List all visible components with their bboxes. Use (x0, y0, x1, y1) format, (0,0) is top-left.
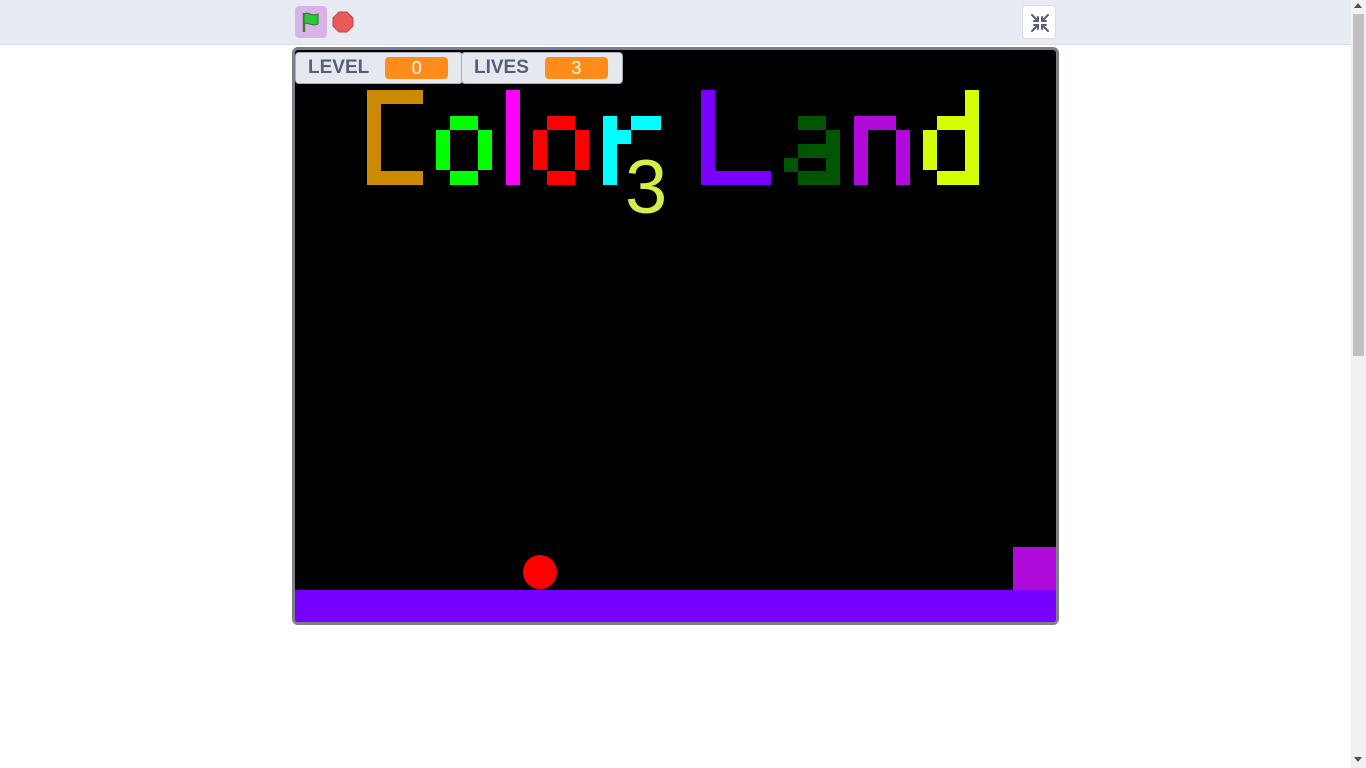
title-letter-d (923, 90, 979, 185)
stop-sign-icon (332, 11, 354, 33)
stop-button[interactable] (332, 11, 354, 33)
scroll-up-arrow-icon[interactable] (1354, 3, 1362, 8)
lives-monitor[interactable]: LIVES 3 (461, 52, 623, 84)
exit-fullscreen-icon (1031, 14, 1049, 32)
level-monitor[interactable]: LEVEL 0 (295, 52, 463, 84)
goal-block (1013, 547, 1056, 590)
scroll-down-arrow-icon[interactable] (1354, 757, 1362, 762)
lives-label: LIVES (474, 57, 529, 78)
green-flag-button[interactable] (295, 6, 327, 38)
title-letter-o-2 (533, 116, 589, 185)
game-stage[interactable]: 3 LEVEL 0 LIVES 3 (292, 47, 1059, 625)
lives-value: 3 (544, 57, 608, 79)
green-flag-icon (302, 12, 319, 32)
player-controls-bar (0, 0, 1351, 45)
title-letter-o-1 (436, 116, 492, 185)
level-value: 0 (385, 57, 449, 79)
title-letter-c (367, 90, 423, 185)
scroll-thumb[interactable] (1353, 14, 1364, 356)
title-letter-a (784, 116, 840, 185)
title-letter-n (854, 116, 910, 185)
title-letter-capital-l (701, 90, 771, 185)
level-label: LEVEL (308, 57, 370, 78)
exit-fullscreen-button[interactable] (1022, 5, 1056, 39)
floor-platform (295, 590, 1056, 622)
page-scrollbar[interactable] (1351, 0, 1366, 768)
title-letter-l-1 (506, 90, 520, 185)
countdown-number: 3 (625, 145, 668, 230)
player-ball (523, 555, 557, 589)
